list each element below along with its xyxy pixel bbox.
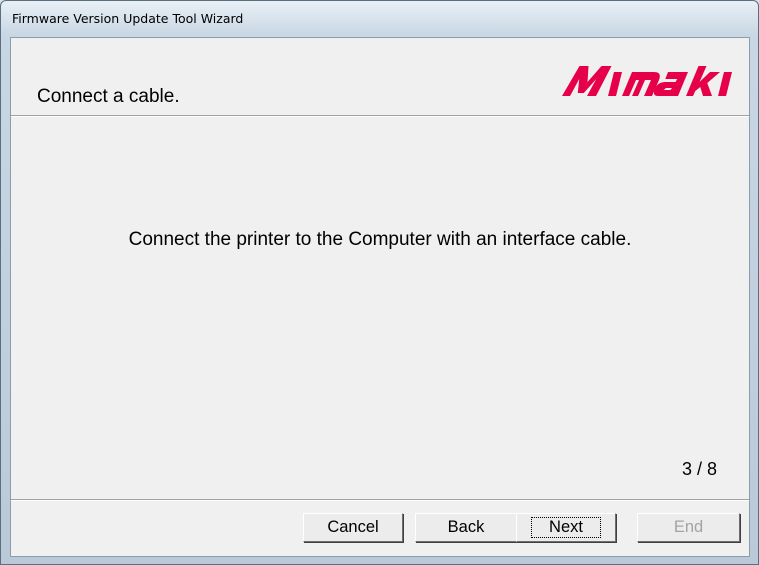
next-button-label: Next — [531, 517, 601, 538]
instruction-message: Connect the printer to the Computer with… — [128, 229, 632, 250]
window-title: Firmware Version Update Tool Wizard — [12, 11, 244, 26]
wizard-client-area: Connect a cable. Connect the printer to … — [10, 37, 750, 557]
page-heading: Connect a cable. — [37, 86, 180, 107]
next-button[interactable]: Next — [516, 513, 616, 542]
header-divider — [11, 115, 749, 117]
title-bar[interactable]: Firmware Version Update Tool Wizard — [1, 1, 758, 37]
mimaki-logo — [562, 66, 733, 96]
wizard-window: Firmware Version Update Tool Wizard Conn… — [0, 0, 759, 565]
cancel-button[interactable]: Cancel — [303, 513, 403, 542]
end-button: End — [637, 513, 740, 542]
footer-divider — [11, 499, 749, 501]
step-indicator: 3 / 8 — [681, 459, 717, 479]
back-button[interactable]: Back — [415, 513, 517, 542]
